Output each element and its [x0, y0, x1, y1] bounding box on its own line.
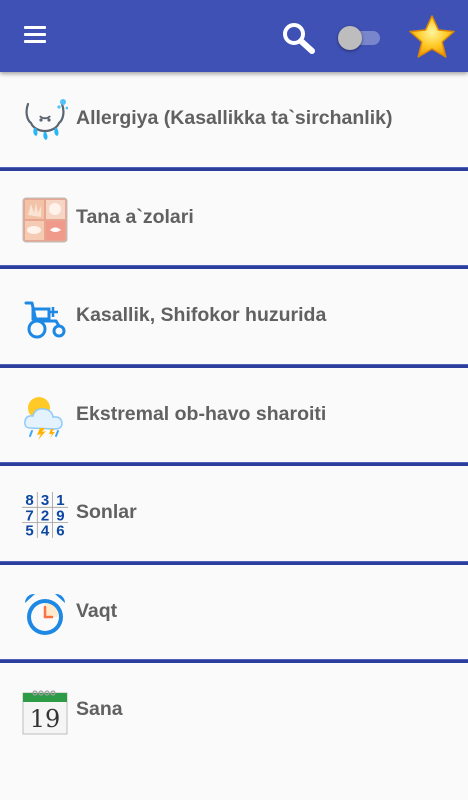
list-item-weather[interactable]: Ekstremal ob-havo sharoiti [0, 368, 468, 466]
body-parts-icon [22, 197, 68, 243]
list-item-label: Vaqt [76, 599, 118, 622]
theme-toggle-switch[interactable] [336, 24, 384, 52]
numbers-grid-icon: 8 3 1 7 2 9 5 4 6 [22, 492, 68, 540]
alarm-clock-icon [22, 591, 68, 637]
wheelchair-icon [22, 295, 68, 341]
list-item-date[interactable]: 19 Sana [0, 663, 468, 762]
list-item-label: Sonlar [76, 501, 137, 523]
list-item-body-parts[interactable]: Tana a`zolari [0, 171, 468, 269]
search-icon[interactable] [280, 20, 318, 56]
list-item-label: Tana a`zolari [76, 205, 194, 228]
list-item-label: Ekstremal ob-havo sharoiti [76, 402, 327, 425]
list-item-time[interactable]: Vaqt [0, 565, 468, 663]
digit: 4 [41, 523, 50, 538]
star-icon[interactable] [406, 14, 458, 60]
list-item-illness[interactable]: Kasallik, Shifokor huzurida [0, 269, 468, 368]
list-item-label: Sana [76, 698, 123, 720]
list-item-allergy[interactable]: Allergiya (Kasallikka ta`sirchanlik) [0, 72, 468, 171]
calendar-day: 19 [30, 705, 61, 733]
toggle-thumb [338, 26, 362, 50]
app-bar [0, 0, 468, 72]
list-item-label: Kasallik, Shifokor huzurida [76, 304, 327, 326]
storm-weather-icon [22, 394, 68, 440]
digit: 6 [56, 523, 64, 538]
digit: 5 [25, 523, 33, 538]
calendar-icon: 19 [22, 689, 68, 735]
list-item-label: Allergiya (Kasallikka ta`sirchanlik) [76, 107, 393, 129]
category-list: Allergiya (Kasallikka ta`sirchanlik) Tan… [0, 72, 468, 762]
allergy-sneeze-icon [22, 98, 69, 144]
list-item-numbers[interactable]: 8 3 1 7 2 9 5 4 6 Sonlar [0, 466, 468, 565]
hamburger-menu-icon[interactable] [22, 24, 50, 48]
